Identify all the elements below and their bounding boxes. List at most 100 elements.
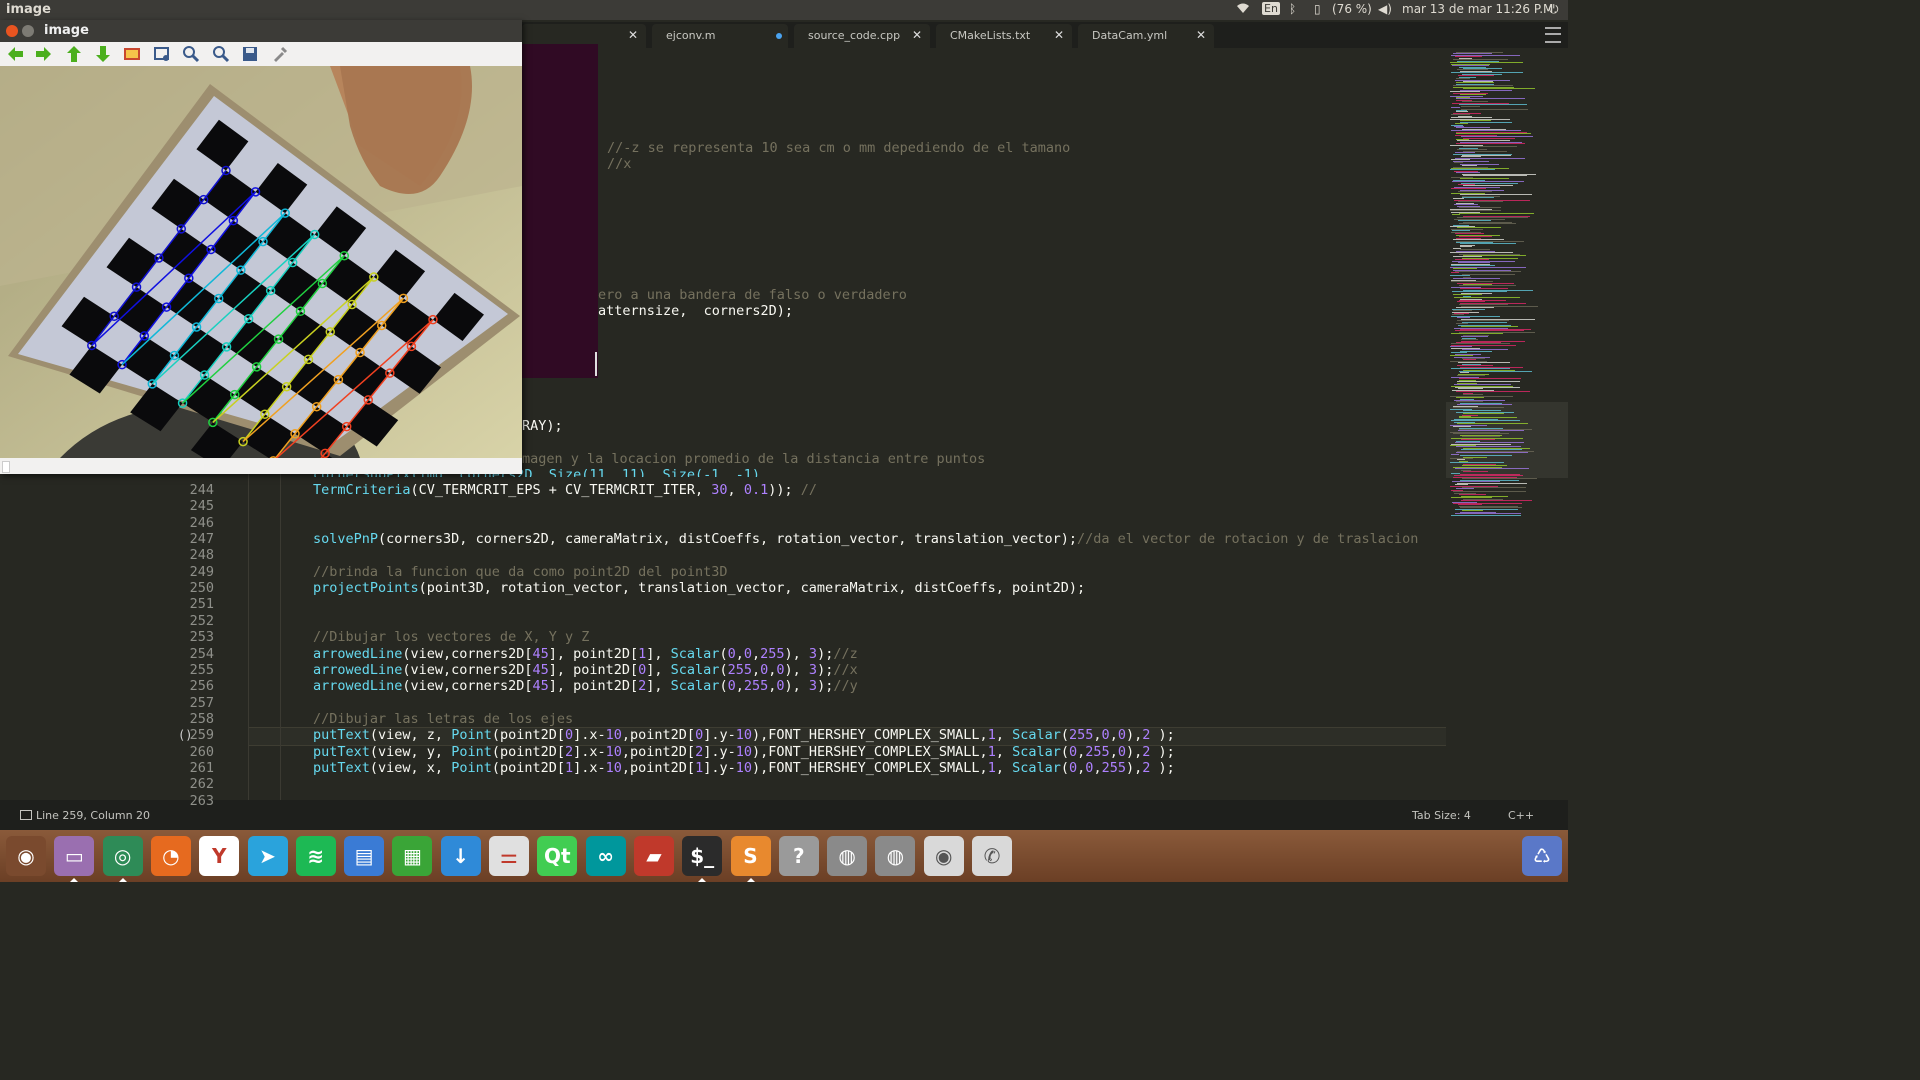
battery-percent[interactable]: (76 %) bbox=[1332, 2, 1372, 16]
code-line[interactable]: arrowedLine(view,corners2D[45], point2D[… bbox=[313, 646, 858, 662]
zoom-out-icon[interactable] bbox=[211, 44, 233, 64]
tab-close-icon[interactable]: ✕ bbox=[1054, 28, 1064, 42]
firefox-icon[interactable]: ◔ bbox=[150, 836, 191, 876]
download-icon[interactable]: ↓ bbox=[440, 836, 481, 876]
running-indicator bbox=[70, 878, 79, 882]
spotify-icon[interactable]: ≋ bbox=[295, 836, 336, 876]
sublime-icon[interactable]: S bbox=[730, 836, 771, 876]
phone-icon[interactable]: ✆ bbox=[972, 836, 1012, 876]
line-number: 257 bbox=[189, 694, 214, 711]
active-app-name: image bbox=[6, 2, 51, 17]
tab-source-code[interactable]: source_code.cpp ✕ bbox=[794, 24, 930, 48]
pan-left-icon[interactable] bbox=[5, 44, 27, 64]
ubuntu-dash-icon[interactable]: ◉ bbox=[6, 836, 46, 876]
trash-icon[interactable]: ♺ bbox=[1522, 836, 1562, 876]
wifi-icon[interactable] bbox=[1236, 2, 1250, 17]
minimap-line bbox=[1460, 246, 1472, 248]
tab-close-icon[interactable]: ✕ bbox=[628, 28, 638, 42]
syntax-mode[interactable]: C++ bbox=[1508, 809, 1534, 822]
image-window[interactable]: image bbox=[0, 20, 522, 474]
minimap-line bbox=[1463, 137, 1515, 139]
menu-icon[interactable] bbox=[1545, 27, 1561, 43]
terminal-icon[interactable]: $_ bbox=[682, 836, 723, 876]
resize-handle[interactable] bbox=[2, 461, 10, 473]
yandex-icon[interactable]: Y bbox=[199, 836, 240, 876]
qt-icon[interactable]: Qt bbox=[537, 836, 578, 876]
tab-close-icon[interactable]: ✕ bbox=[1196, 28, 1206, 42]
code-line[interactable]: //brinda la funcion que da como point2D … bbox=[313, 564, 728, 580]
running-indicator bbox=[698, 878, 707, 882]
disk-icon-2[interactable]: ◍ bbox=[875, 836, 916, 876]
code-line[interactable]: arrowedLine(view,corners2D[45], point2D[… bbox=[313, 678, 858, 694]
image-window-titlebar[interactable]: image bbox=[0, 20, 522, 42]
line-number: 255 bbox=[189, 661, 214, 678]
code-comment-bandera: ero a una bandera de falso o verdadero bbox=[598, 287, 907, 303]
code-line[interactable]: putText(view, y, Point(point2D[2].x-10,p… bbox=[313, 744, 1175, 760]
code-line[interactable]: projectPoints(point3D, rotation_vector, … bbox=[313, 580, 1085, 596]
pan-right-icon[interactable] bbox=[34, 44, 56, 64]
line-number: 262 bbox=[189, 776, 214, 793]
line-number: 253 bbox=[189, 629, 214, 646]
line-number: 254 bbox=[189, 645, 214, 662]
code-line[interactable]: TermCriteria(CV_TERMCRIT_EPS + CV_TERMCR… bbox=[313, 482, 817, 498]
tab-cmakelists[interactable]: CMakeLists.txt ✕ bbox=[936, 24, 1072, 48]
tab-close-icon[interactable]: ✕ bbox=[912, 28, 922, 42]
power-icon[interactable]: ⏻ bbox=[1549, 2, 1559, 17]
unsaved-dot-icon bbox=[776, 33, 782, 39]
close-window-icon[interactable] bbox=[6, 25, 18, 37]
code-line[interactable]: //Dibujar las letras de los ejes bbox=[313, 711, 573, 727]
line-number: 258 bbox=[189, 710, 214, 727]
line-number: 260 bbox=[189, 743, 214, 760]
zoom-fit-icon[interactable] bbox=[122, 44, 144, 64]
minimap-line bbox=[1451, 514, 1521, 516]
volume-icon[interactable]: ◀) bbox=[1378, 2, 1392, 16]
minimap-line bbox=[1462, 197, 1494, 198]
line-number: 244 bbox=[189, 482, 214, 498]
properties-icon[interactable] bbox=[270, 44, 292, 64]
code-cvtcolor-tail: RAY); bbox=[522, 418, 563, 434]
image-toolbar bbox=[0, 42, 522, 66]
minimap-line bbox=[1461, 108, 1528, 110]
settings-icon[interactable]: ⚌ bbox=[489, 836, 529, 876]
code-line[interactable]: //Dibujar los vectores de X, Y y Z bbox=[313, 629, 589, 645]
minimap-line bbox=[1451, 272, 1459, 274]
terminal-window[interactable] bbox=[522, 44, 598, 378]
clock[interactable]: mar 13 de mar 11:26 P.M. bbox=[1402, 2, 1557, 16]
minimap-line bbox=[1451, 472, 1460, 474]
writer-icon[interactable]: ▤ bbox=[344, 836, 385, 876]
files-icon[interactable]: ▭ bbox=[54, 836, 95, 876]
minimap-line bbox=[1461, 105, 1480, 107]
dock: ◉ ▭ ◎ ◔ Y ➤ ≋ ▤ ▦ ↓ ⚌ Qt ∞ ▰ $_ S? ◍ ◍ ◉ ✆ ♺ bbox=[0, 830, 1568, 882]
panel-toggle-icon[interactable] bbox=[20, 810, 32, 820]
chrome-icon[interactable]: ◎ bbox=[102, 836, 143, 876]
disk-icon-1[interactable]: ◍ bbox=[827, 836, 868, 876]
minimap-line bbox=[1456, 452, 1528, 454]
book-icon[interactable]: ▰ bbox=[633, 836, 674, 876]
telegram-icon[interactable]: ➤ bbox=[247, 836, 288, 876]
minimap-line bbox=[1451, 107, 1460, 109]
calc-icon[interactable]: ▦ bbox=[392, 836, 433, 876]
code-line[interactable]: putText(view, z, Point(point2D[0].x-10,p… bbox=[313, 727, 1175, 743]
unknown-app-icon[interactable]: ? bbox=[778, 836, 819, 876]
line-number: 251 bbox=[189, 596, 214, 613]
save-icon[interactable] bbox=[240, 44, 262, 64]
zoom-original-icon[interactable] bbox=[152, 44, 174, 64]
code-line[interactable]: putText(view, x, Point(point2D[1].x-10,p… bbox=[313, 760, 1175, 776]
tab-size[interactable]: Tab Size: 4 bbox=[1412, 809, 1471, 822]
bluetooth-icon[interactable]: ᛒ bbox=[1289, 2, 1296, 16]
camera-image[interactable] bbox=[0, 66, 522, 458]
keyboard-layout[interactable]: En bbox=[1262, 2, 1280, 15]
optical-disc-icon[interactable]: ◉ bbox=[923, 836, 964, 876]
battery-icon[interactable]: ▯ bbox=[1314, 2, 1321, 16]
line-number: 256 bbox=[189, 678, 214, 695]
zoom-in-icon[interactable] bbox=[181, 44, 203, 64]
arduino-icon[interactable]: ∞ bbox=[585, 836, 626, 876]
pan-up-icon[interactable] bbox=[64, 44, 86, 64]
code-line[interactable]: solvePnP(corners3D, corners2D, cameraMat… bbox=[313, 531, 1418, 547]
tab-ejconv[interactable]: ejconv.m bbox=[652, 24, 788, 48]
minimize-window-icon[interactable] bbox=[22, 25, 34, 37]
code-line[interactable]: arrowedLine(view,corners2D[45], point2D[… bbox=[313, 662, 858, 678]
tab-datacam[interactable]: DataCam.yml ✕ bbox=[1078, 24, 1214, 48]
line-number: 250 bbox=[189, 580, 214, 597]
pan-down-icon[interactable] bbox=[93, 44, 115, 64]
